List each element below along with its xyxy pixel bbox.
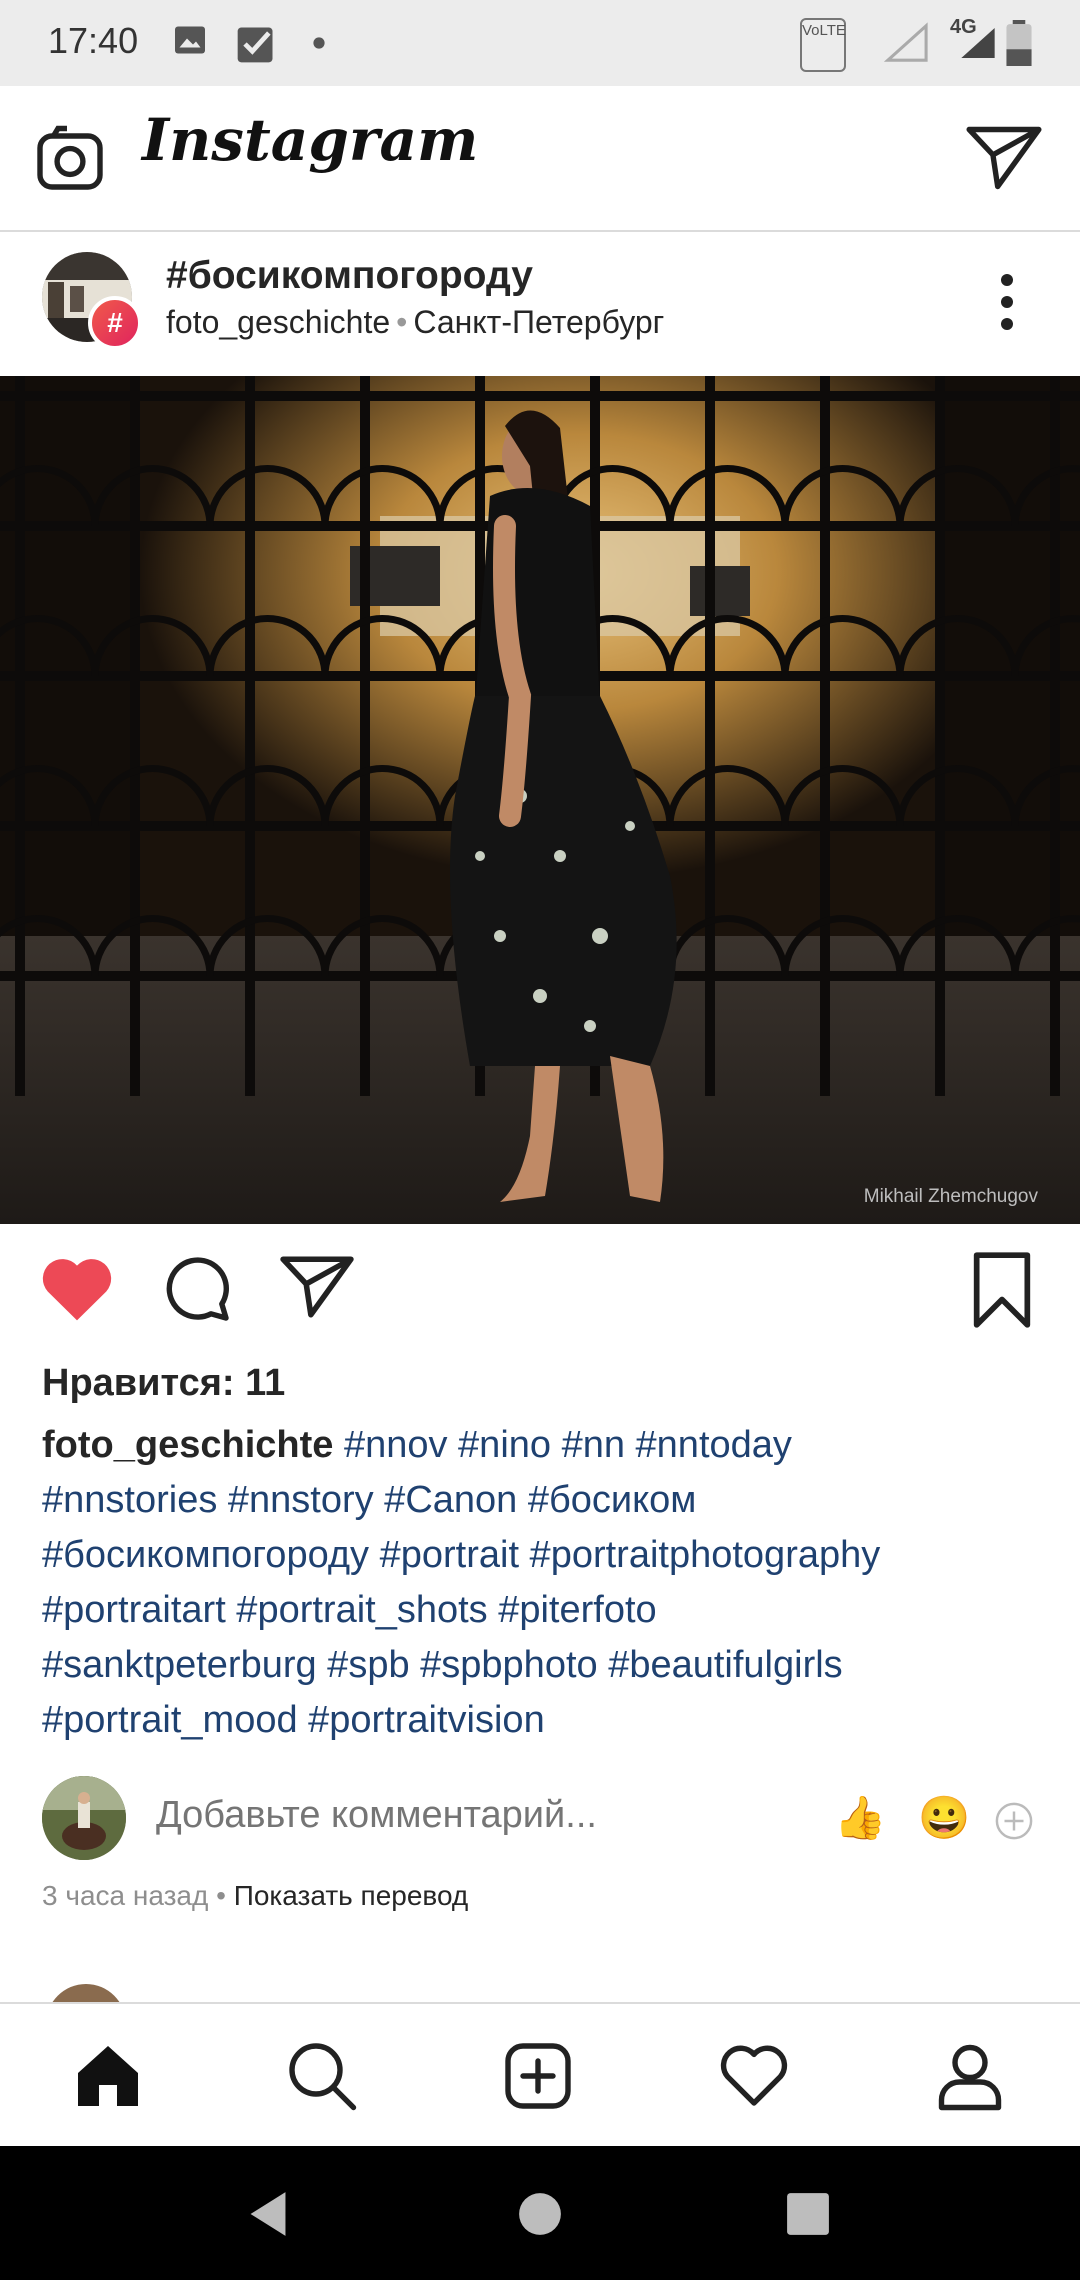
status-time: 17:40 [48, 20, 139, 61]
hashtag-badge: # [88, 296, 142, 350]
like-heart-icon[interactable] [38, 1252, 116, 1322]
image-icon [175, 26, 205, 54]
photo-credit: Mikhail Zhemchugov [863, 1186, 1038, 1207]
bookmark-icon[interactable] [968, 1252, 1036, 1328]
caption-username[interactable]: foto_geschichte [42, 1424, 333, 1466]
caption-line[interactable]: #portrait_mood #portraitvision [42, 1693, 1042, 1748]
bottom-navigation [0, 2002, 1080, 2148]
new-post-icon[interactable] [502, 2040, 574, 2112]
instagram-logo: Instagram [142, 106, 479, 174]
caption: foto_geschichte #nnov #nino #nn #nntoday… [42, 1418, 1042, 1748]
system-navigation-bar [0, 2146, 1080, 2280]
share-icon[interactable] [280, 1252, 354, 1322]
search-icon[interactable] [286, 2040, 358, 2112]
4g-icon [961, 28, 995, 58]
subtitle-separator: • [396, 304, 408, 340]
post-meta: 3 часа назад • Показать перевод [42, 1880, 468, 1912]
volte-icon: VoLTE [800, 18, 846, 72]
checkbox-icon [237, 27, 273, 63]
quick-emoji-thumbs-up[interactable]: 👍 [834, 1794, 886, 1843]
status-bar: 17:40 VoLTE 4G [0, 0, 1080, 86]
user-avatar [42, 1776, 126, 1860]
post-photo[interactable]: Mikhail Zhemchugov [0, 376, 1080, 1224]
profile-icon[interactable] [934, 2040, 1006, 2112]
comment-input[interactable] [156, 1794, 796, 1837]
caption-line: foto_geschichte #nnov #nino #nn #nntoday [42, 1418, 1042, 1473]
top-app-bar: Instagram [0, 86, 1080, 232]
comment-icon[interactable] [160, 1252, 232, 1324]
meta-separator: • [216, 1880, 226, 1911]
caption-line[interactable]: #sanktpeterburg #spb #spbphoto #beautifu… [42, 1638, 1042, 1693]
caption-line[interactable]: #босикомпогороду #portrait #portraitphot… [42, 1528, 1042, 1583]
volte-label: VoLTE [802, 22, 846, 39]
direct-message-icon[interactable] [966, 122, 1042, 194]
add-emoji-icon[interactable] [995, 1802, 1033, 1840]
battery-icon [1006, 20, 1032, 66]
home-icon[interactable] [72, 2040, 144, 2112]
signal-icon [884, 22, 928, 62]
likes-count[interactable]: Нравится: 11 [42, 1362, 285, 1405]
post-title[interactable]: #босикомпогороду [166, 254, 533, 298]
quick-emoji-grin[interactable]: 😀 [918, 1794, 970, 1843]
home-circle-icon[interactable] [518, 2192, 562, 2236]
caption-hashtags[interactable]: #nnov #nino #nn #nntoday [344, 1424, 792, 1466]
camera-icon[interactable] [34, 124, 106, 196]
caption-line[interactable]: #portraitart #portrait_shots #piterfoto [42, 1583, 1042, 1638]
post-username[interactable]: foto_geschichte [166, 304, 390, 340]
dot-icon [313, 37, 325, 49]
more-options-icon[interactable] [990, 272, 1024, 332]
recents-icon[interactable] [786, 2192, 830, 2236]
post-subtitle: foto_geschichte • Санкт-Петербург [166, 304, 664, 341]
post-location[interactable]: Санкт-Петербург [413, 304, 664, 340]
show-translation-link[interactable]: Показать перевод [234, 1880, 469, 1911]
photo-illustration [0, 376, 1080, 1224]
post-time: 3 часа назад [42, 1880, 209, 1911]
back-icon[interactable] [246, 2190, 290, 2238]
post-header: # #босикомпогороду foto_geschichte • Санкт… [0, 232, 1080, 374]
activity-heart-icon[interactable] [718, 2040, 790, 2112]
caption-line[interactable]: #nnstories #nnstory #Canon #босиком [42, 1473, 1042, 1528]
